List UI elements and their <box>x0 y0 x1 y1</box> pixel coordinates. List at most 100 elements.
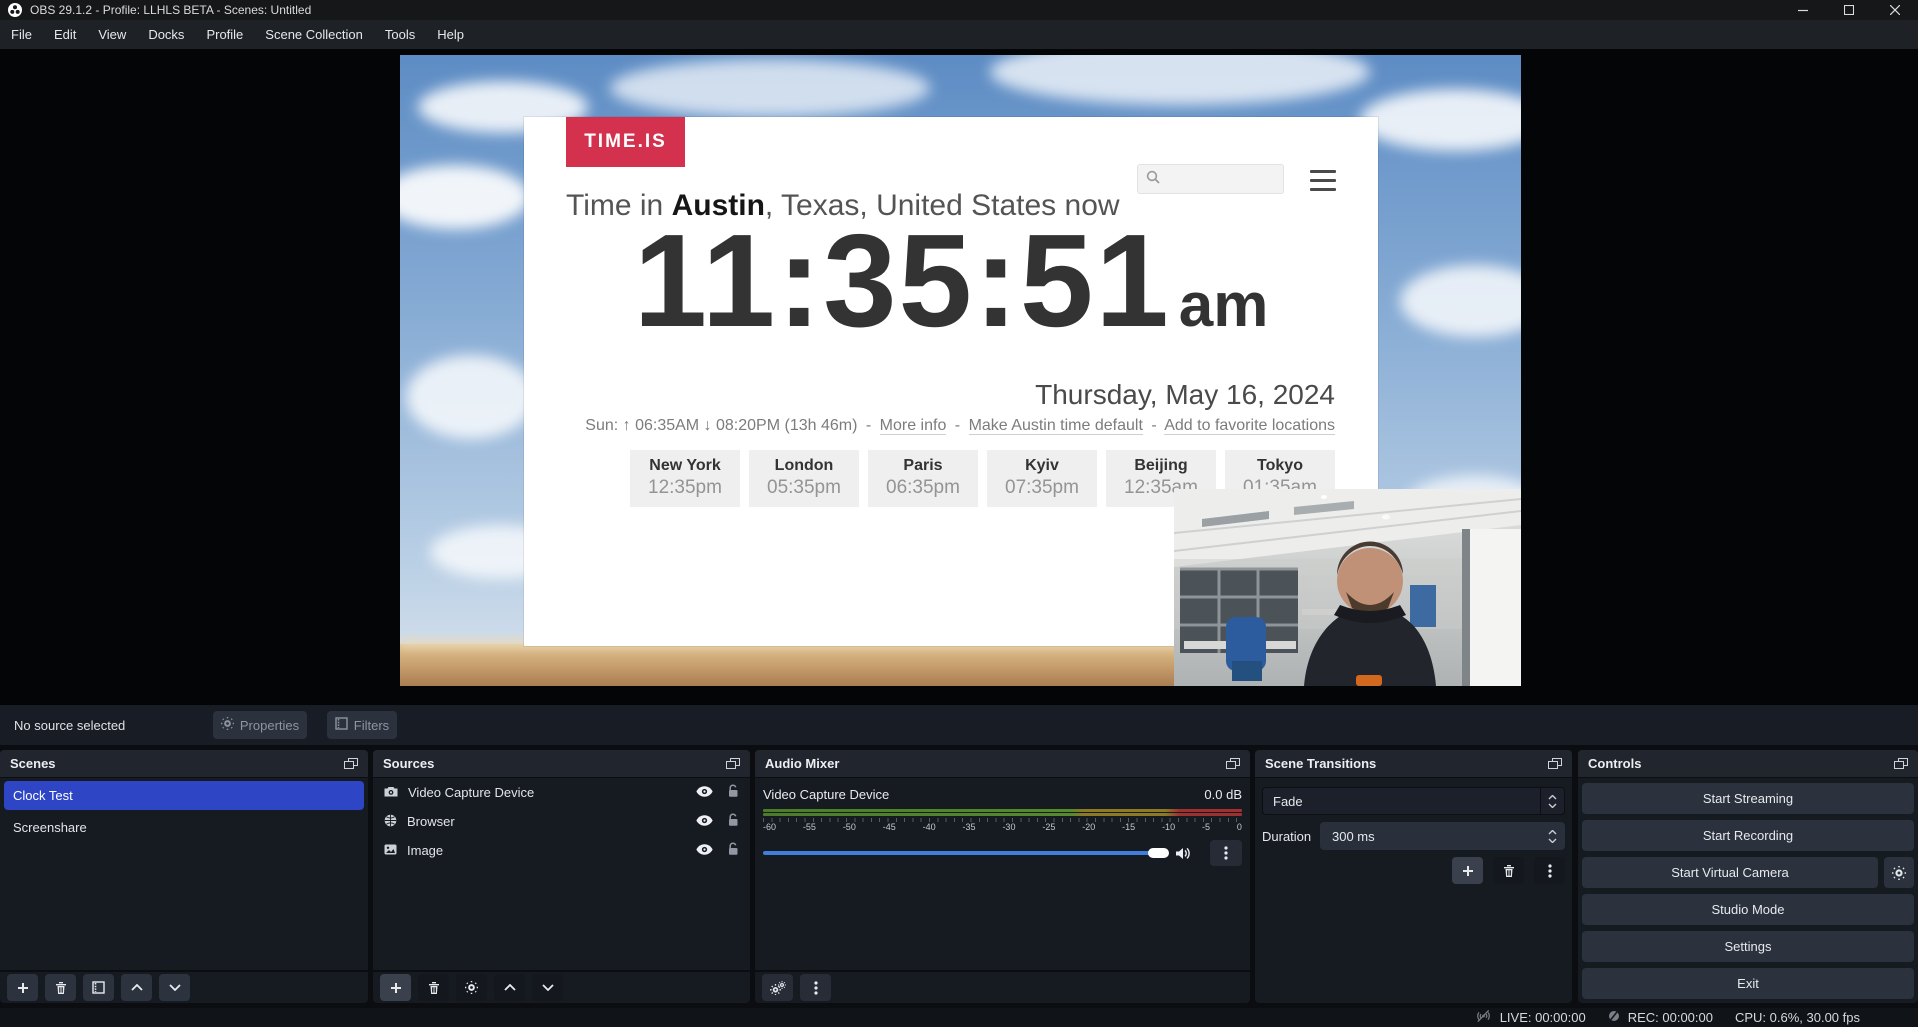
more-info-link[interactable]: More info <box>880 417 947 435</box>
exit-button[interactable]: Exit <box>1582 968 1914 999</box>
make-default-link[interactable]: Make Austin time default <box>969 417 1143 435</box>
start-streaming-button[interactable]: Start Streaming <box>1582 783 1914 814</box>
maximize-button[interactable] <box>1826 0 1872 20</box>
transition-select[interactable]: Fade <box>1262 787 1565 815</box>
source-properties-button[interactable] <box>456 974 487 1001</box>
scene-preview[interactable]: TIME.IS Time in Austin, Texas, United St… <box>400 55 1521 686</box>
scene-item-clock-test[interactable]: Clock Test <box>4 781 364 810</box>
statusbar: LIVE: 00:00:00 REC: 00:00:00 CPU: 0.6%, … <box>0 1008 1918 1027</box>
scene-item-screenshare[interactable]: Screenshare <box>4 813 364 842</box>
start-virtual-camera-button[interactable]: Start Virtual Camera <box>1582 857 1878 888</box>
minimize-button[interactable] <box>1780 0 1826 20</box>
remove-transition-button[interactable] <box>1493 857 1524 884</box>
filters-button[interactable]: Filters <box>327 711 397 739</box>
transitions-buttons <box>1452 857 1565 884</box>
menu-docks[interactable]: Docks <box>137 20 195 49</box>
add-favorite-link[interactable]: Add to favorite locations <box>1164 417 1335 435</box>
city-paris[interactable]: Paris06:35pm <box>868 450 978 507</box>
scenes-title: Scenes <box>10 756 56 771</box>
menu-tools[interactable]: Tools <box>374 20 426 49</box>
lock-open-icon[interactable] <box>727 784 739 801</box>
city-london[interactable]: London05:35pm <box>749 450 859 507</box>
preview-canvas[interactable]: TIME.IS Time in Austin, Texas, United St… <box>0 49 1918 705</box>
separator: - <box>955 417 960 434</box>
timeis-logo[interactable]: TIME.IS <box>566 117 685 167</box>
remove-source-button[interactable] <box>418 974 449 1001</box>
combo-spinner-icon[interactable] <box>1540 788 1564 814</box>
source-item-video-capture[interactable]: Video Capture Device <box>373 778 750 807</box>
eye-icon[interactable] <box>696 785 713 800</box>
mixer-channel-menu-button[interactable] <box>1210 840 1242 866</box>
window-title: OBS 29.1.2 - Profile: LLHLS BETA - Scene… <box>30 3 311 17</box>
lock-open-icon[interactable] <box>727 842 739 859</box>
city-newyork[interactable]: New York12:35pm <box>630 450 740 507</box>
remove-scene-button[interactable] <box>45 974 76 1001</box>
transitions-title: Scene Transitions <box>1265 756 1376 771</box>
popout-icon[interactable] <box>1226 758 1240 770</box>
source-toolbar: No source selected Properties Filters <box>0 705 1918 745</box>
sources-toolbar <box>373 970 750 1003</box>
studio-mode-button[interactable]: Studio Mode <box>1582 894 1914 925</box>
duration-input[interactable]: 300 ms <box>1320 822 1565 850</box>
add-transition-button[interactable] <box>1452 857 1483 884</box>
date-line: Thursday, May 16, 2024 <box>1035 379 1335 411</box>
titlebar: OBS 29.1.2 - Profile: LLHLS BETA - Scene… <box>0 0 1918 20</box>
advanced-audio-button[interactable] <box>762 974 793 1001</box>
menu-file[interactable]: File <box>0 20 43 49</box>
cloud <box>406 355 536 439</box>
clock-display: 11:35:51am <box>524 215 1378 347</box>
cloud <box>1360 89 1521 151</box>
lock-open-icon[interactable] <box>727 813 739 830</box>
cpu-fps-text: CPU: 0.6%, 30.00 fps <box>1735 1010 1860 1025</box>
menu-view[interactable]: View <box>87 20 137 49</box>
menu-edit[interactable]: Edit <box>43 20 87 49</box>
meter-scale-labels: -60-55-50-45-40-35-30-25-20-15-10-50 <box>763 822 1242 832</box>
menu-profile[interactable]: Profile <box>195 20 254 49</box>
volume-slider-row <box>763 841 1242 865</box>
scene-filters-button[interactable] <box>83 974 114 1001</box>
obs-window: OBS 29.1.2 - Profile: LLHLS BETA - Scene… <box>0 0 1918 1027</box>
settings-button[interactable]: Settings <box>1582 931 1914 962</box>
controls-title: Controls <box>1588 756 1641 771</box>
move-scene-down-button[interactable] <box>159 974 190 1001</box>
add-scene-button[interactable] <box>7 974 38 1001</box>
source-item-image[interactable]: Image <box>373 836 750 865</box>
move-scene-up-button[interactable] <box>121 974 152 1001</box>
move-source-up-button[interactable] <box>494 974 525 1001</box>
popout-icon[interactable] <box>344 758 358 770</box>
volume-slider[interactable] <box>763 851 1167 855</box>
start-recording-button[interactable]: Start Recording <box>1582 820 1914 851</box>
live-timer: LIVE: 00:00:00 <box>1500 1010 1586 1025</box>
virtual-camera-config-button[interactable] <box>1884 857 1914 888</box>
menu-icon[interactable] <box>1310 170 1336 191</box>
eye-icon[interactable] <box>696 814 713 829</box>
image-icon <box>384 843 397 858</box>
source-item-browser[interactable]: Browser <box>373 807 750 836</box>
mixer-header: Audio Mixer <box>755 750 1250 778</box>
filters-label: Filters <box>354 718 389 733</box>
move-source-down-button[interactable] <box>532 974 563 1001</box>
cloud <box>610 59 930 117</box>
timeis-search-input[interactable] <box>1137 164 1284 194</box>
properties-button[interactable]: Properties <box>213 711 307 739</box>
speaker-icon[interactable] <box>1176 847 1191 860</box>
eye-icon[interactable] <box>696 843 713 858</box>
gear-icon <box>221 717 234 733</box>
duration-spinner-icon[interactable] <box>1548 830 1557 843</box>
scenes-toolbar <box>0 970 368 1003</box>
menu-help[interactable]: Help <box>426 20 475 49</box>
city-kyiv[interactable]: Kyiv07:35pm <box>987 450 1097 507</box>
filter-icon <box>335 717 348 733</box>
volume-meter <box>763 809 1242 816</box>
popout-icon[interactable] <box>1894 758 1908 770</box>
popout-icon[interactable] <box>1548 758 1562 770</box>
mixer-menu-button[interactable] <box>800 974 831 1001</box>
sun-info: Sun: ↑ 06:35AM ↓ 08:20PM (13h 46m) <box>585 417 857 434</box>
menu-scene-collection[interactable]: Scene Collection <box>254 20 374 49</box>
volume-slider-handle[interactable] <box>1148 848 1169 858</box>
scenes-dock: Scenes Clock Test Screenshare <box>0 750 368 1003</box>
transition-menu-button[interactable] <box>1534 857 1565 884</box>
popout-icon[interactable] <box>726 758 740 770</box>
close-button[interactable] <box>1872 0 1918 20</box>
add-source-button[interactable] <box>380 974 411 1001</box>
